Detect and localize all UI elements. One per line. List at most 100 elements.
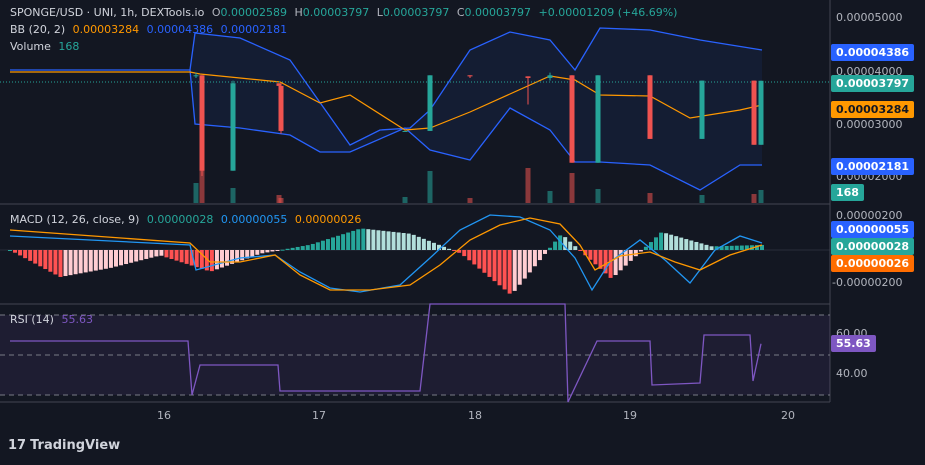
macd-histogram-bar bbox=[295, 246, 300, 250]
bb-upper-tag: 0.00004386 bbox=[831, 44, 915, 61]
macd-histogram-bar bbox=[240, 250, 245, 261]
macd-histogram-bar bbox=[346, 232, 351, 250]
candle[interactable] bbox=[276, 83, 282, 86]
volume-value: 168 bbox=[58, 40, 80, 53]
rsi-tag: 55.63 bbox=[831, 335, 876, 352]
macd-histogram-bar bbox=[699, 243, 704, 250]
macd-histogram-bar bbox=[643, 246, 648, 250]
macd-histogram-bar bbox=[270, 250, 275, 252]
volume-bar bbox=[569, 173, 575, 203]
candle[interactable] bbox=[193, 75, 199, 77]
macd-histogram-bar bbox=[169, 250, 174, 259]
macd-histogram-bar bbox=[336, 235, 341, 250]
rsi-label: RSI (14) bbox=[10, 313, 54, 326]
macd-histogram-bar bbox=[63, 250, 68, 277]
macd-signal-value: 0.00000026 bbox=[294, 213, 362, 226]
low-label: L bbox=[376, 6, 383, 19]
volume-bar bbox=[467, 198, 473, 203]
macd-tick: -0.00000200 bbox=[832, 276, 903, 289]
macd-histogram-bar bbox=[260, 250, 265, 254]
macd-histogram-bar bbox=[623, 250, 628, 266]
macd-histogram-bar bbox=[477, 250, 482, 269]
time-tick: 19 bbox=[623, 409, 637, 422]
macd-histogram-bar bbox=[431, 242, 436, 250]
macd-histogram-bar bbox=[421, 238, 426, 250]
macd-histogram-bar bbox=[48, 250, 53, 272]
candle[interactable] bbox=[467, 75, 473, 77]
volume-bar bbox=[199, 143, 205, 203]
macd-histogram-bar bbox=[119, 250, 124, 266]
macd-hist-value: 0.00000028 bbox=[146, 213, 214, 226]
open-value: 0.00002589 bbox=[220, 6, 287, 19]
macd-histogram-bar bbox=[664, 233, 669, 250]
macd-histogram-bar bbox=[704, 244, 709, 250]
candle[interactable] bbox=[402, 130, 408, 132]
volume-bar bbox=[758, 190, 764, 203]
macd-histogram-bar bbox=[391, 231, 396, 250]
volume-bar bbox=[278, 198, 284, 203]
candle[interactable] bbox=[525, 76, 531, 78]
last-price-tag: 0.00003797 bbox=[831, 75, 915, 92]
volume-label: Volume bbox=[10, 40, 51, 53]
macd-histogram-bar bbox=[709, 246, 714, 250]
macd-histogram-bar bbox=[638, 250, 643, 252]
rsi-legend[interactable]: RSI (14) 55.63 bbox=[10, 313, 97, 326]
macd-histogram-bar bbox=[134, 250, 139, 262]
macd-histogram-bar bbox=[406, 233, 411, 250]
macd-histogram-bar bbox=[502, 250, 507, 290]
candle[interactable] bbox=[569, 75, 575, 163]
macd-histogram-bar bbox=[724, 245, 729, 250]
macd-histogram-bar bbox=[320, 240, 325, 250]
macd-histogram-bar bbox=[573, 246, 578, 250]
macd-histogram-bar bbox=[694, 241, 699, 250]
macd-histogram-bar bbox=[255, 250, 260, 255]
macd-legend[interactable]: MACD (12, 26, close, 9) 0.00000028 0.000… bbox=[10, 213, 365, 226]
macd-histogram-bar bbox=[729, 245, 734, 250]
candle[interactable] bbox=[547, 75, 553, 78]
candle[interactable] bbox=[427, 75, 433, 131]
macd-histogram-bar bbox=[684, 239, 689, 250]
bb-label: BB (20, 2) bbox=[10, 23, 66, 36]
macd-histogram-bar bbox=[139, 250, 144, 261]
macd-histogram-bar bbox=[416, 236, 421, 250]
chart-stage: SPONGE/USD · UNI, 1h, DEXTools.io O0.000… bbox=[0, 0, 925, 465]
candle[interactable] bbox=[595, 75, 601, 163]
macd-signal-tag: 0.00000026 bbox=[831, 255, 915, 272]
macd-histogram-bar bbox=[290, 247, 295, 250]
macd-histogram-bar bbox=[78, 250, 83, 274]
macd-histogram-bar bbox=[532, 250, 537, 267]
candle[interactable] bbox=[758, 80, 764, 145]
macd-histogram-bar bbox=[366, 229, 371, 250]
macd-histogram-bar bbox=[285, 248, 290, 250]
macd-histogram-bar bbox=[98, 250, 103, 270]
price-tick: 0.00003000 bbox=[836, 118, 903, 131]
macd-histogram-bar bbox=[578, 250, 583, 251]
macd-histogram-bar bbox=[331, 237, 336, 250]
macd-histogram-bar bbox=[108, 250, 113, 268]
volume-bar bbox=[525, 168, 531, 203]
candle[interactable] bbox=[278, 85, 284, 131]
tradingview-branding[interactable]: 17 TradingView bbox=[8, 438, 120, 453]
macd-histogram-bar bbox=[553, 241, 558, 250]
bb-legend[interactable]: BB (20, 2) 0.00003284 0.00004386 0.00002… bbox=[10, 23, 291, 36]
candle[interactable] bbox=[230, 83, 236, 171]
chart-canvas[interactable] bbox=[0, 0, 925, 465]
candle[interactable] bbox=[751, 80, 757, 145]
volume-legend[interactable]: Volume 168 bbox=[10, 40, 83, 53]
time-tick: 20 bbox=[781, 409, 795, 422]
candle[interactable] bbox=[699, 80, 705, 139]
close-value: 0.00003797 bbox=[464, 6, 532, 19]
macd-histogram-bar bbox=[33, 250, 38, 264]
low-value: 0.00003797 bbox=[382, 6, 450, 19]
macd-tag: 0.00000055 bbox=[831, 221, 915, 238]
macd-histogram-bar bbox=[442, 246, 447, 250]
bb-basis-tag: 0.00003284 bbox=[831, 101, 915, 118]
volume-bar bbox=[547, 191, 553, 203]
macd-histogram-bar bbox=[235, 250, 240, 263]
symbol-title[interactable]: SPONGE/USD · UNI, 1h, DEXTools.io bbox=[10, 6, 204, 19]
macd-histogram-bar bbox=[159, 250, 164, 256]
macd-histogram-bar bbox=[411, 234, 416, 250]
macd-histogram-bar bbox=[482, 250, 487, 273]
candle[interactable] bbox=[647, 75, 653, 139]
macd-histogram-bar bbox=[179, 250, 184, 263]
